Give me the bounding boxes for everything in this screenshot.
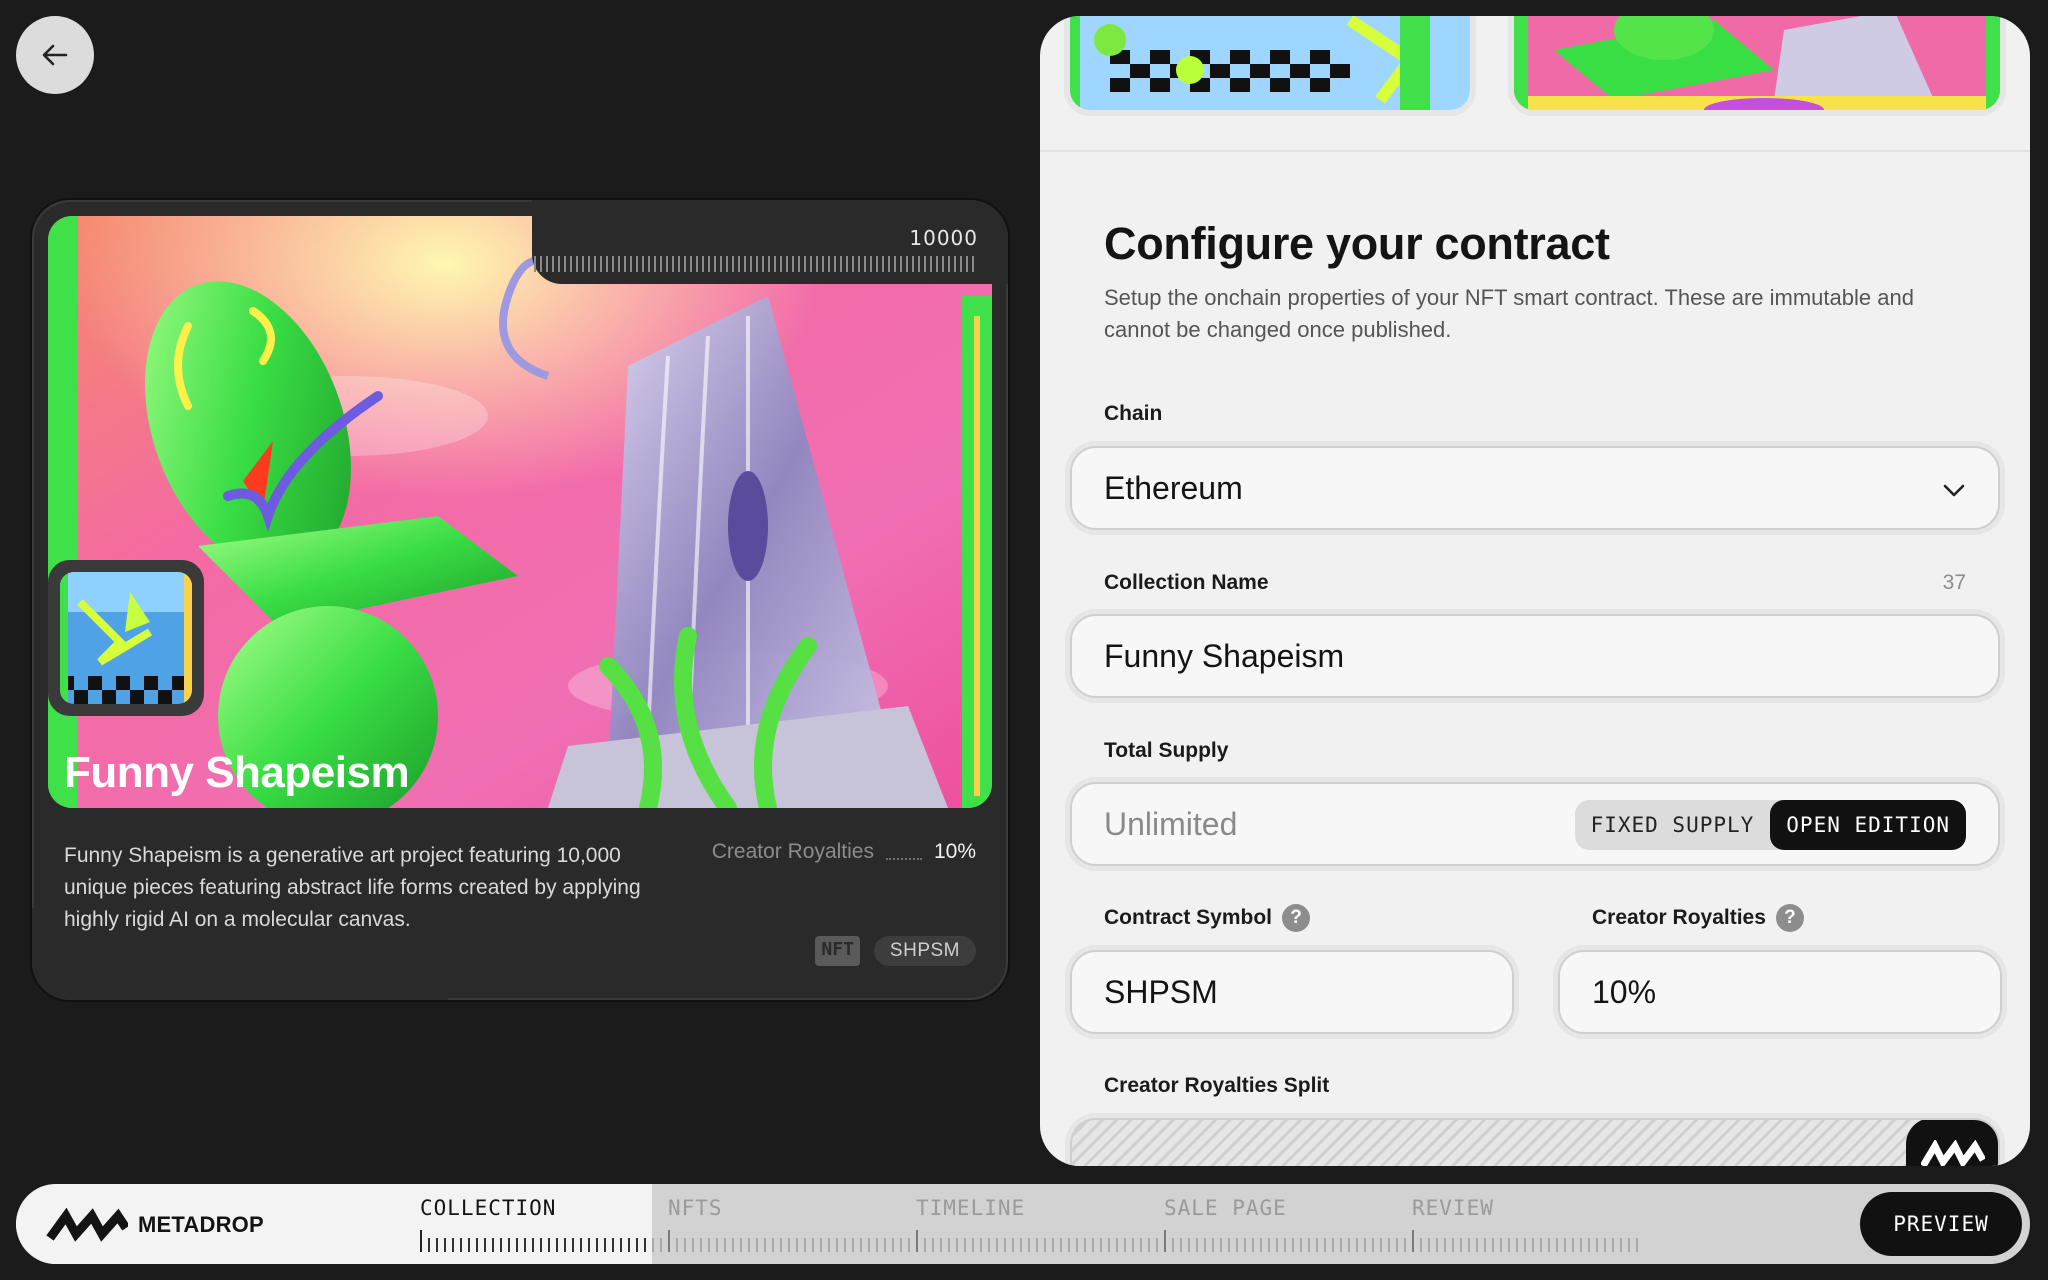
- total-supply-label: Total Supply: [1104, 739, 1228, 763]
- creator-royalties-label-text: Creator Royalties: [1592, 906, 1766, 929]
- chain-select-value: Ethereum: [1104, 469, 1243, 506]
- collection-name-value: Funny Shapeism: [1104, 637, 1345, 674]
- preview-button[interactable]: PREVIEW: [1860, 1192, 2022, 1256]
- nft-badge: NFT: [815, 936, 860, 966]
- creator-royalties-label: Creator Royalties ?: [1592, 904, 1804, 932]
- collection-thumbnail: [48, 560, 204, 716]
- total-supply-label-text: Total Supply: [1104, 739, 1229, 762]
- panel-heading: Configure your contract: [1104, 218, 1610, 269]
- royalty-leader-dots: [885, 844, 922, 860]
- progress-ticks-active: [420, 1238, 652, 1252]
- chain-select[interactable]: Ethereum: [1070, 446, 2000, 530]
- collection-name-label-text: Collection Name: [1104, 571, 1269, 594]
- collection-preview-card: 10000 Funny Shapeism Funny Shapeism is a…: [32, 200, 1008, 1000]
- brand-name: METADROP: [138, 1212, 264, 1237]
- step-marker: [916, 1230, 918, 1252]
- contract-symbol-input[interactable]: SHPSM: [1070, 950, 1514, 1034]
- royalty-label: Creator Royalties: [711, 840, 874, 863]
- metadrop-zigzag-icon: [1921, 1140, 1985, 1166]
- contract-symbol-label: Contract Symbol ?: [1104, 904, 1311, 932]
- total-supply-placeholder: Unlimited: [1104, 805, 1238, 842]
- back-button[interactable]: [16, 16, 94, 94]
- chain-label: Chain: [1104, 402, 1162, 426]
- fixed-supply-option[interactable]: FIXED SUPPLY: [1575, 800, 1771, 850]
- royalties-split-slider[interactable]: [1070, 1118, 2000, 1166]
- card-royalties: Creator Royalties 10%: [712, 840, 976, 864]
- arrow-left-icon: [42, 44, 68, 66]
- creator-royalties-input[interactable]: 10%: [1558, 950, 2002, 1034]
- card-description: Funny Shapeism is a generative art proje…: [64, 844, 641, 931]
- royalty-value: 10%: [933, 840, 976, 863]
- royalties-split-label-text: Creator Royalties Split: [1104, 1074, 1330, 1097]
- step-timeline[interactable]: TIMELINE: [916, 1196, 1025, 1220]
- collection-name-input[interactable]: Funny Shapeism: [1070, 614, 2000, 698]
- brand-area: METADROP: [16, 1184, 652, 1264]
- collection-name-char-count: 37: [1942, 571, 1966, 594]
- step-marker: [1412, 1230, 1414, 1252]
- header-thumbnail-2: [1514, 16, 2000, 110]
- help-icon[interactable]: ?: [1282, 904, 1311, 932]
- card-tags: NFT SHPSM: [815, 936, 976, 966]
- split-slider-handle[interactable]: [1906, 1120, 1998, 1166]
- step-review[interactable]: REVIEW: [1412, 1196, 1494, 1220]
- bottom-nav-bar: METADROP COLLECTION NFTS TIMELINE SALE P…: [16, 1184, 2030, 1264]
- panel-subheading: Setup the onchain properties of your NFT…: [1104, 285, 1914, 342]
- metadrop-zigzag-icon: [46, 1208, 128, 1242]
- royalties-split-label: Creator Royalties Split: [1104, 1074, 1329, 1098]
- contract-symbol-value: SHPSM: [1104, 973, 1218, 1010]
- step-sale-page[interactable]: SALE PAGE: [1164, 1196, 1287, 1220]
- supply-ticks: [534, 256, 974, 272]
- collection-name-label: Collection Name: [1104, 571, 1269, 595]
- collection-cover-art: [48, 216, 992, 808]
- chevron-down-icon: [1943, 484, 1965, 497]
- header-thumbnail-1: [1070, 16, 1470, 110]
- supply-number: 10000: [909, 226, 978, 250]
- total-supply-input[interactable]: Unlimited FIXED SUPPLY OPEN EDITION: [1070, 782, 2000, 866]
- creator-royalties-value: 10%: [1592, 973, 1657, 1010]
- step-marker: [1164, 1230, 1166, 1252]
- step-collection[interactable]: COLLECTION: [420, 1196, 556, 1220]
- panel-header-images: [1040, 16, 2030, 152]
- contract-config-panel[interactable]: Configure your contract Setup the onchai…: [1040, 16, 2030, 1166]
- card-title: Funny Shapeism: [64, 748, 410, 797]
- supply-counter: 10000: [532, 200, 1008, 284]
- symbol-badge: SHPSM: [873, 936, 976, 966]
- step-marker: [420, 1230, 422, 1252]
- supply-type-toggle[interactable]: FIXED SUPPLY OPEN EDITION: [1574, 800, 1966, 850]
- chain-label-text: Chain: [1104, 402, 1163, 425]
- contract-symbol-label-text: Contract Symbol: [1104, 906, 1273, 929]
- help-icon[interactable]: ?: [1775, 904, 1804, 932]
- step-marker: [668, 1230, 670, 1252]
- step-nfts[interactable]: NFTS: [668, 1196, 723, 1220]
- open-edition-option[interactable]: OPEN EDITION: [1770, 800, 1966, 850]
